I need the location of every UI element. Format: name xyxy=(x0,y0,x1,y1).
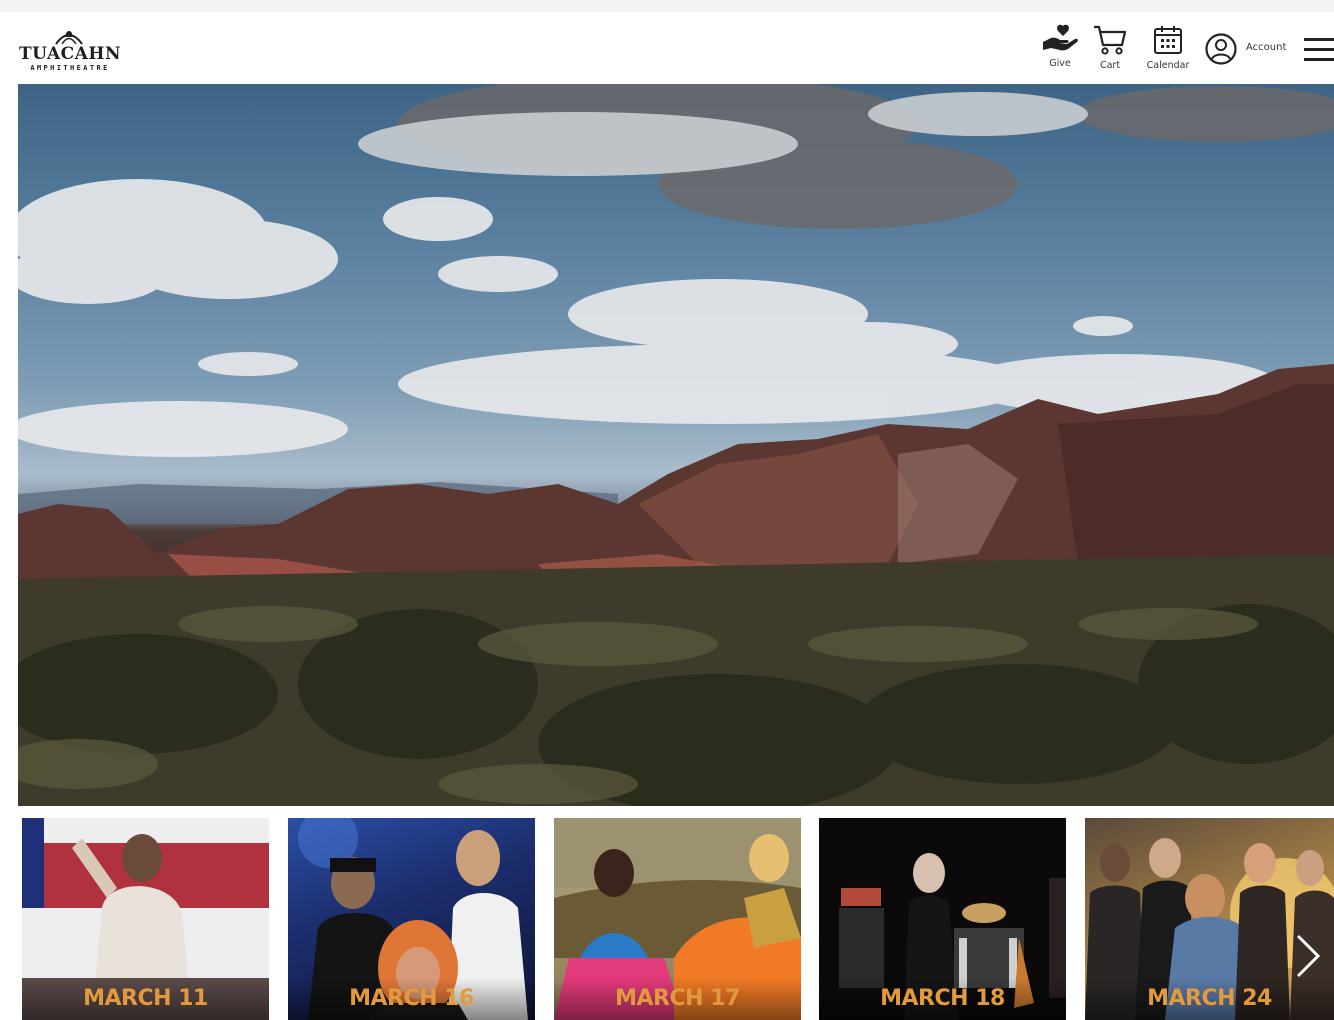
account-button[interactable]: Account xyxy=(1204,32,1296,66)
event-card-2[interactable]: MARCH 16 xyxy=(288,818,535,1020)
hero-landscape-image xyxy=(18,84,1334,806)
logo-emblem-icon xyxy=(55,31,83,45)
account-label: Account xyxy=(1246,42,1287,53)
page: TUACAHN AMPHITHEATRE Give Cart Calendar … xyxy=(0,12,1334,1020)
hamburger-menu-icon[interactable] xyxy=(1304,38,1334,62)
event-card-1[interactable]: MARCH 11 xyxy=(22,818,269,1020)
cart-label: Cart xyxy=(1099,60,1121,71)
cart-button[interactable]: Cart xyxy=(1088,24,1132,71)
logo-name: TUACAHN xyxy=(19,44,121,64)
chevron-right-icon[interactable] xyxy=(1292,932,1324,980)
event-card-4[interactable]: MARCH 18 xyxy=(819,818,1066,1020)
event-card-5[interactable]: MARCH 24 xyxy=(1085,818,1334,1020)
event-card-3[interactable]: MARCH 17 xyxy=(554,818,801,1020)
event-date-4: MARCH 18 xyxy=(819,978,1066,1020)
menu-bar xyxy=(1304,48,1334,51)
event-date-1: MARCH 11 xyxy=(22,978,269,1020)
give-button[interactable]: Give xyxy=(1036,24,1084,69)
site-header: TUACAHN AMPHITHEATRE Give Cart Calendar … xyxy=(0,12,1334,84)
user-circle-icon xyxy=(1205,33,1237,65)
cart-icon xyxy=(1094,25,1127,55)
events-carousel: MARCH 11 MARCH 16 MARCH 17 MARCH 18 MARC… xyxy=(0,806,1334,1020)
logo-subtitle: AMPHITHEATRE xyxy=(30,64,110,72)
give-label: Give xyxy=(1049,58,1071,69)
menu-bar xyxy=(1304,38,1334,41)
event-date-5: MARCH 24 xyxy=(1085,978,1334,1020)
event-date-3: MARCH 17 xyxy=(554,978,801,1020)
menu-bar xyxy=(1304,58,1334,61)
hand-heart-icon xyxy=(1043,24,1078,51)
calendar-label: Calendar xyxy=(1146,60,1190,71)
calendar-button[interactable]: Calendar xyxy=(1140,24,1196,71)
event-date-2: MARCH 16 xyxy=(288,978,535,1020)
hero-scene xyxy=(18,84,1334,806)
tuacahn-logo[interactable]: TUACAHN AMPHITHEATRE xyxy=(18,24,122,74)
calendar-icon xyxy=(1154,26,1182,54)
